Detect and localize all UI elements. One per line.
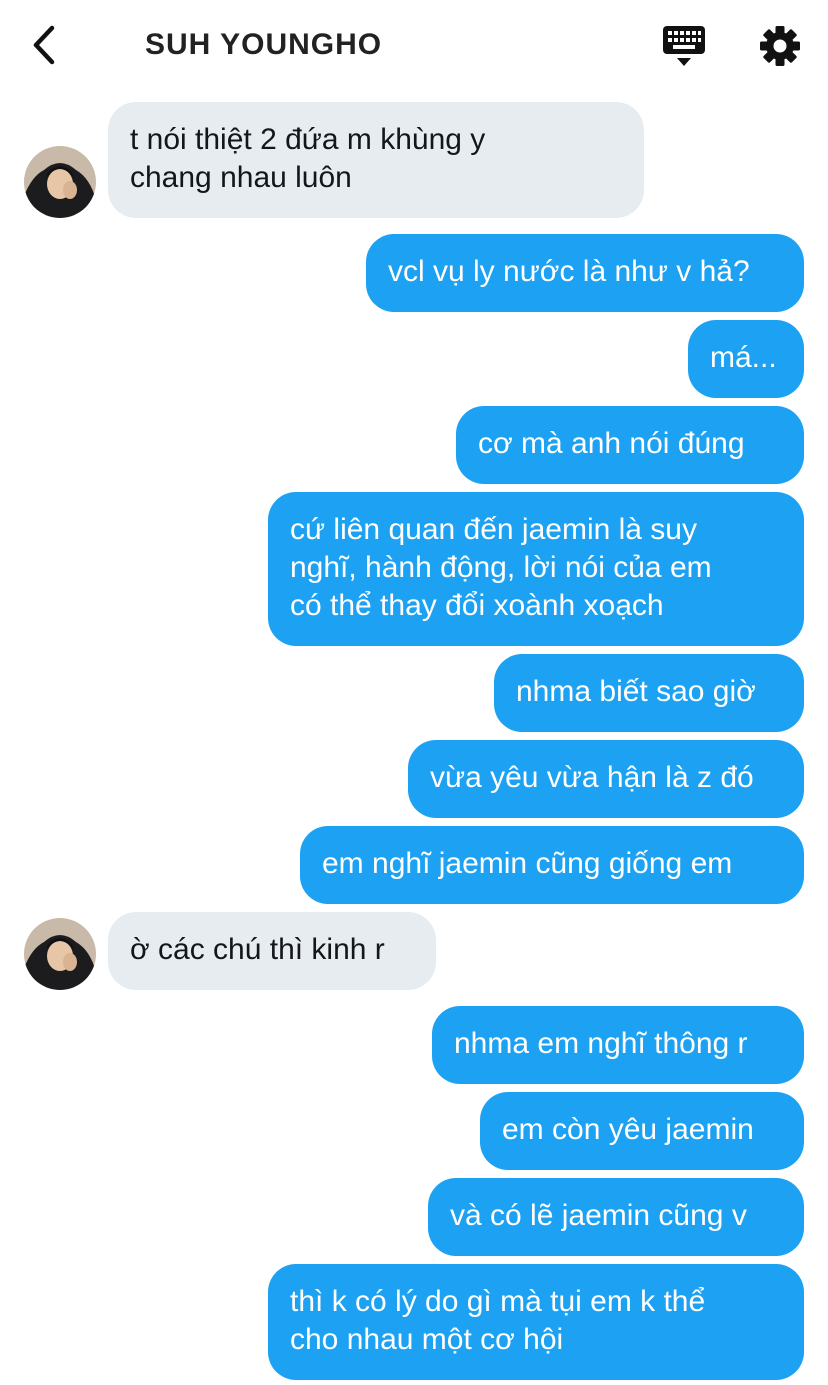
chat-header: SUH YOUNGHO xyxy=(0,0,828,92)
message-line: có thể thay đổi xoành xoạch xyxy=(290,589,664,622)
avatar-image xyxy=(24,918,96,990)
message-line: em nghĩ jaemin cũng giống em xyxy=(322,847,733,880)
message-line: vừa yêu vừa hận là z đó xyxy=(430,761,754,794)
chevron-left-icon xyxy=(33,25,55,65)
keyboard-icon xyxy=(663,26,705,66)
outgoing-message[interactable]: vừa yêu vừa hận là z đó xyxy=(408,740,804,818)
message-line: má... xyxy=(710,341,777,374)
outgoing-message[interactable]: và có lẽ jaemin cũng v xyxy=(428,1178,804,1256)
settings-button[interactable] xyxy=(758,24,802,68)
outgoing-message[interactable]: má... xyxy=(688,320,804,398)
avatar[interactable] xyxy=(24,918,96,990)
gear-icon xyxy=(760,26,800,66)
avatar-image xyxy=(24,146,96,218)
message-line: t nói thiệt 2 đứa m khùng y xyxy=(130,123,486,156)
message-line: vcl vụ ly nước là như v hả? xyxy=(388,255,750,288)
message-line: nghĩ, hành động, lời nói của em xyxy=(290,551,712,584)
message-line: nhma biết sao giờ xyxy=(516,675,756,708)
outgoing-message[interactable]: em nghĩ jaemin cũng giống em xyxy=(300,826,804,904)
message-line: và có lẽ jaemin cũng v xyxy=(450,1199,747,1232)
conversation-title: SUH YOUNGHO xyxy=(145,28,383,61)
message-line: cơ mà anh nói đúng xyxy=(478,427,745,460)
outgoing-message[interactable]: cứ liên quan đến jaemin là suy nghĩ, hàn… xyxy=(268,492,804,646)
message-line: em còn yêu jaemin xyxy=(502,1113,754,1146)
outgoing-message[interactable]: vcl vụ ly nước là như v hả? xyxy=(366,234,804,312)
outgoing-message[interactable]: nhma biết sao giờ xyxy=(494,654,804,732)
message-line: chang nhau luôn xyxy=(130,161,352,194)
keyboard-button[interactable] xyxy=(660,24,708,70)
outgoing-message[interactable]: cơ mà anh nói đúng xyxy=(456,406,804,484)
outgoing-message[interactable]: em còn yêu jaemin xyxy=(480,1092,804,1170)
avatar[interactable] xyxy=(24,146,96,218)
incoming-message[interactable]: ờ các chú thì kinh r xyxy=(108,912,436,990)
message-line: nhma em nghĩ thông r xyxy=(454,1027,748,1060)
message-line: ờ các chú thì kinh r xyxy=(130,933,385,966)
outgoing-message[interactable]: thì k có lý do gì mà tụi em k thể cho nh… xyxy=(268,1264,804,1380)
incoming-message[interactable]: t nói thiệt 2 đứa m khùng y chang nhau l… xyxy=(108,102,644,218)
message-line: cứ liên quan đến jaemin là suy xyxy=(290,513,697,546)
message-line: thì k có lý do gì mà tụi em k thể xyxy=(290,1285,706,1318)
back-button[interactable] xyxy=(26,22,66,68)
message-line: cho nhau một cơ hội xyxy=(290,1323,564,1356)
outgoing-message[interactable]: nhma em nghĩ thông r xyxy=(432,1006,804,1084)
